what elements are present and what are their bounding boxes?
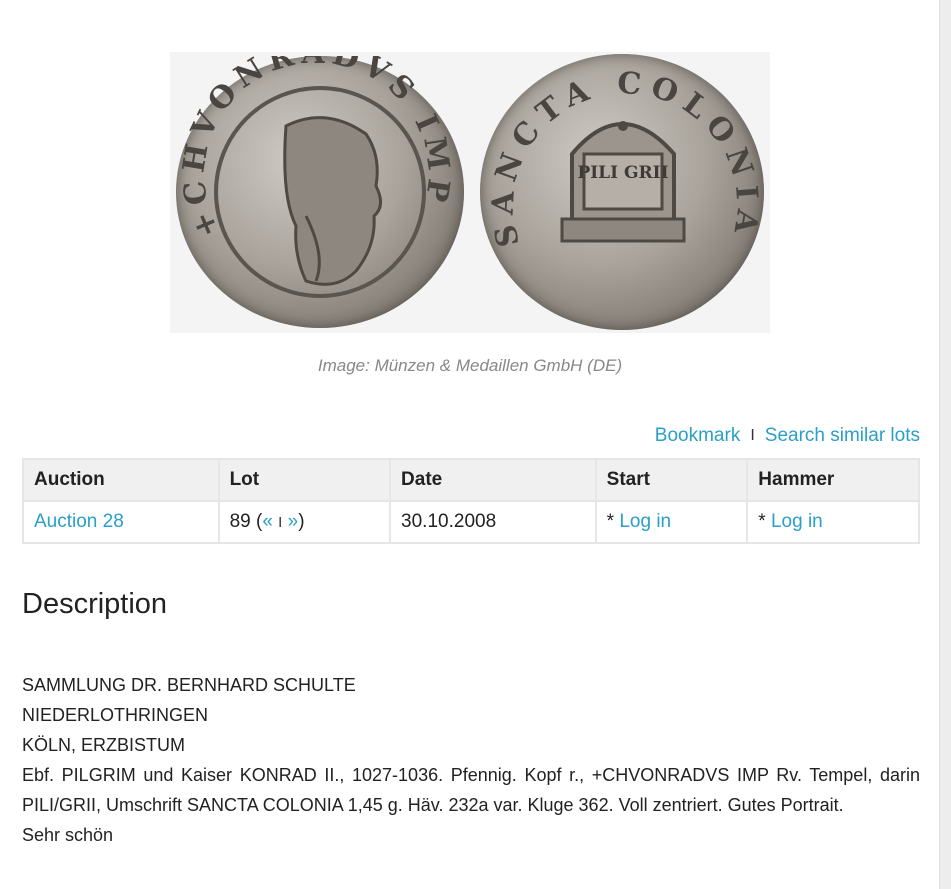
cell-start: * Log in [594, 500, 749, 544]
header-auction: Auction [22, 458, 220, 502]
lot-info-table: Auction Lot Date Start Hammer Auction 28… [22, 458, 920, 544]
image-caption: Image: Münzen & Medaillen GmbH (DE) [317, 356, 623, 375]
description-line-mint: KÖLN, ERZBISTUM [22, 735, 186, 755]
header-hammer: Hammer [746, 458, 920, 502]
hammer-login-link[interactable]: Log in [771, 511, 823, 532]
actions-separator: I [750, 427, 755, 444]
coin-reverse-art: SANCTA COLONIA PILI GRII [486, 66, 758, 250]
description-line-collection: SAMMLUNG DR. BERNHARD SCHULTE [22, 675, 356, 695]
header-lot: Lot [217, 458, 392, 502]
auction-link[interactable]: Auction 28 [34, 511, 124, 532]
description-line-grade: Sehr schön [22, 825, 114, 845]
lot-number: 89 [229, 511, 251, 532]
coin-obverse: +CHVONRADVS IMP [176, 36, 464, 328]
cell-lot: 89 (« I ») [217, 500, 392, 544]
lot-actions: Bookmark I Search similar lots [655, 425, 920, 447]
vertical-scrollbar[interactable] [939, 0, 951, 889]
hammer-asterisk: * [758, 511, 771, 532]
description-line-details: Ebf. PILGRIM und Kaiser KONRAD II., 1027… [22, 765, 920, 815]
start-asterisk: * [606, 511, 620, 532]
description-heading: Description [22, 588, 168, 620]
lot-nav-separator: I [278, 514, 283, 531]
next-lot-link[interactable]: » [288, 511, 299, 532]
reverse-inscription: PILI GRII [577, 163, 668, 183]
header-start: Start [594, 458, 749, 502]
table-row: Auction 28 89 (« I ») 30.10.2008 * Log i… [22, 500, 920, 544]
description-line-region: NIEDERLOTHRINGEN [22, 705, 209, 725]
search-similar-lots-link[interactable]: Search similar lots [765, 425, 920, 447]
bookmark-link[interactable]: Bookmark [655, 425, 741, 447]
cell-date: 30.10.2008 [389, 500, 597, 544]
coin-obverse-art: +CHVONRADVS IMP [176, 36, 451, 298]
coin-image: +CHVONRADVS IMP SANCTA COLONIA PILI GRII [170, 36, 770, 333]
table-header-row: Auction Lot Date Start Hammer [22, 458, 920, 502]
description-body: SAMMLUNG DR. BERNHARD SCHULTE NIEDERLOTH… [22, 670, 920, 850]
lot-nav-close-paren: ) [298, 511, 305, 532]
start-login-link[interactable]: Log in [619, 511, 671, 532]
previous-lot-link[interactable]: « [262, 511, 273, 532]
coin-reverse: SANCTA COLONIA PILI GRII [480, 54, 764, 330]
header-date: Date [389, 458, 597, 502]
cell-auction: Auction 28 [22, 500, 220, 544]
cell-hammer: * Log in [746, 500, 920, 544]
